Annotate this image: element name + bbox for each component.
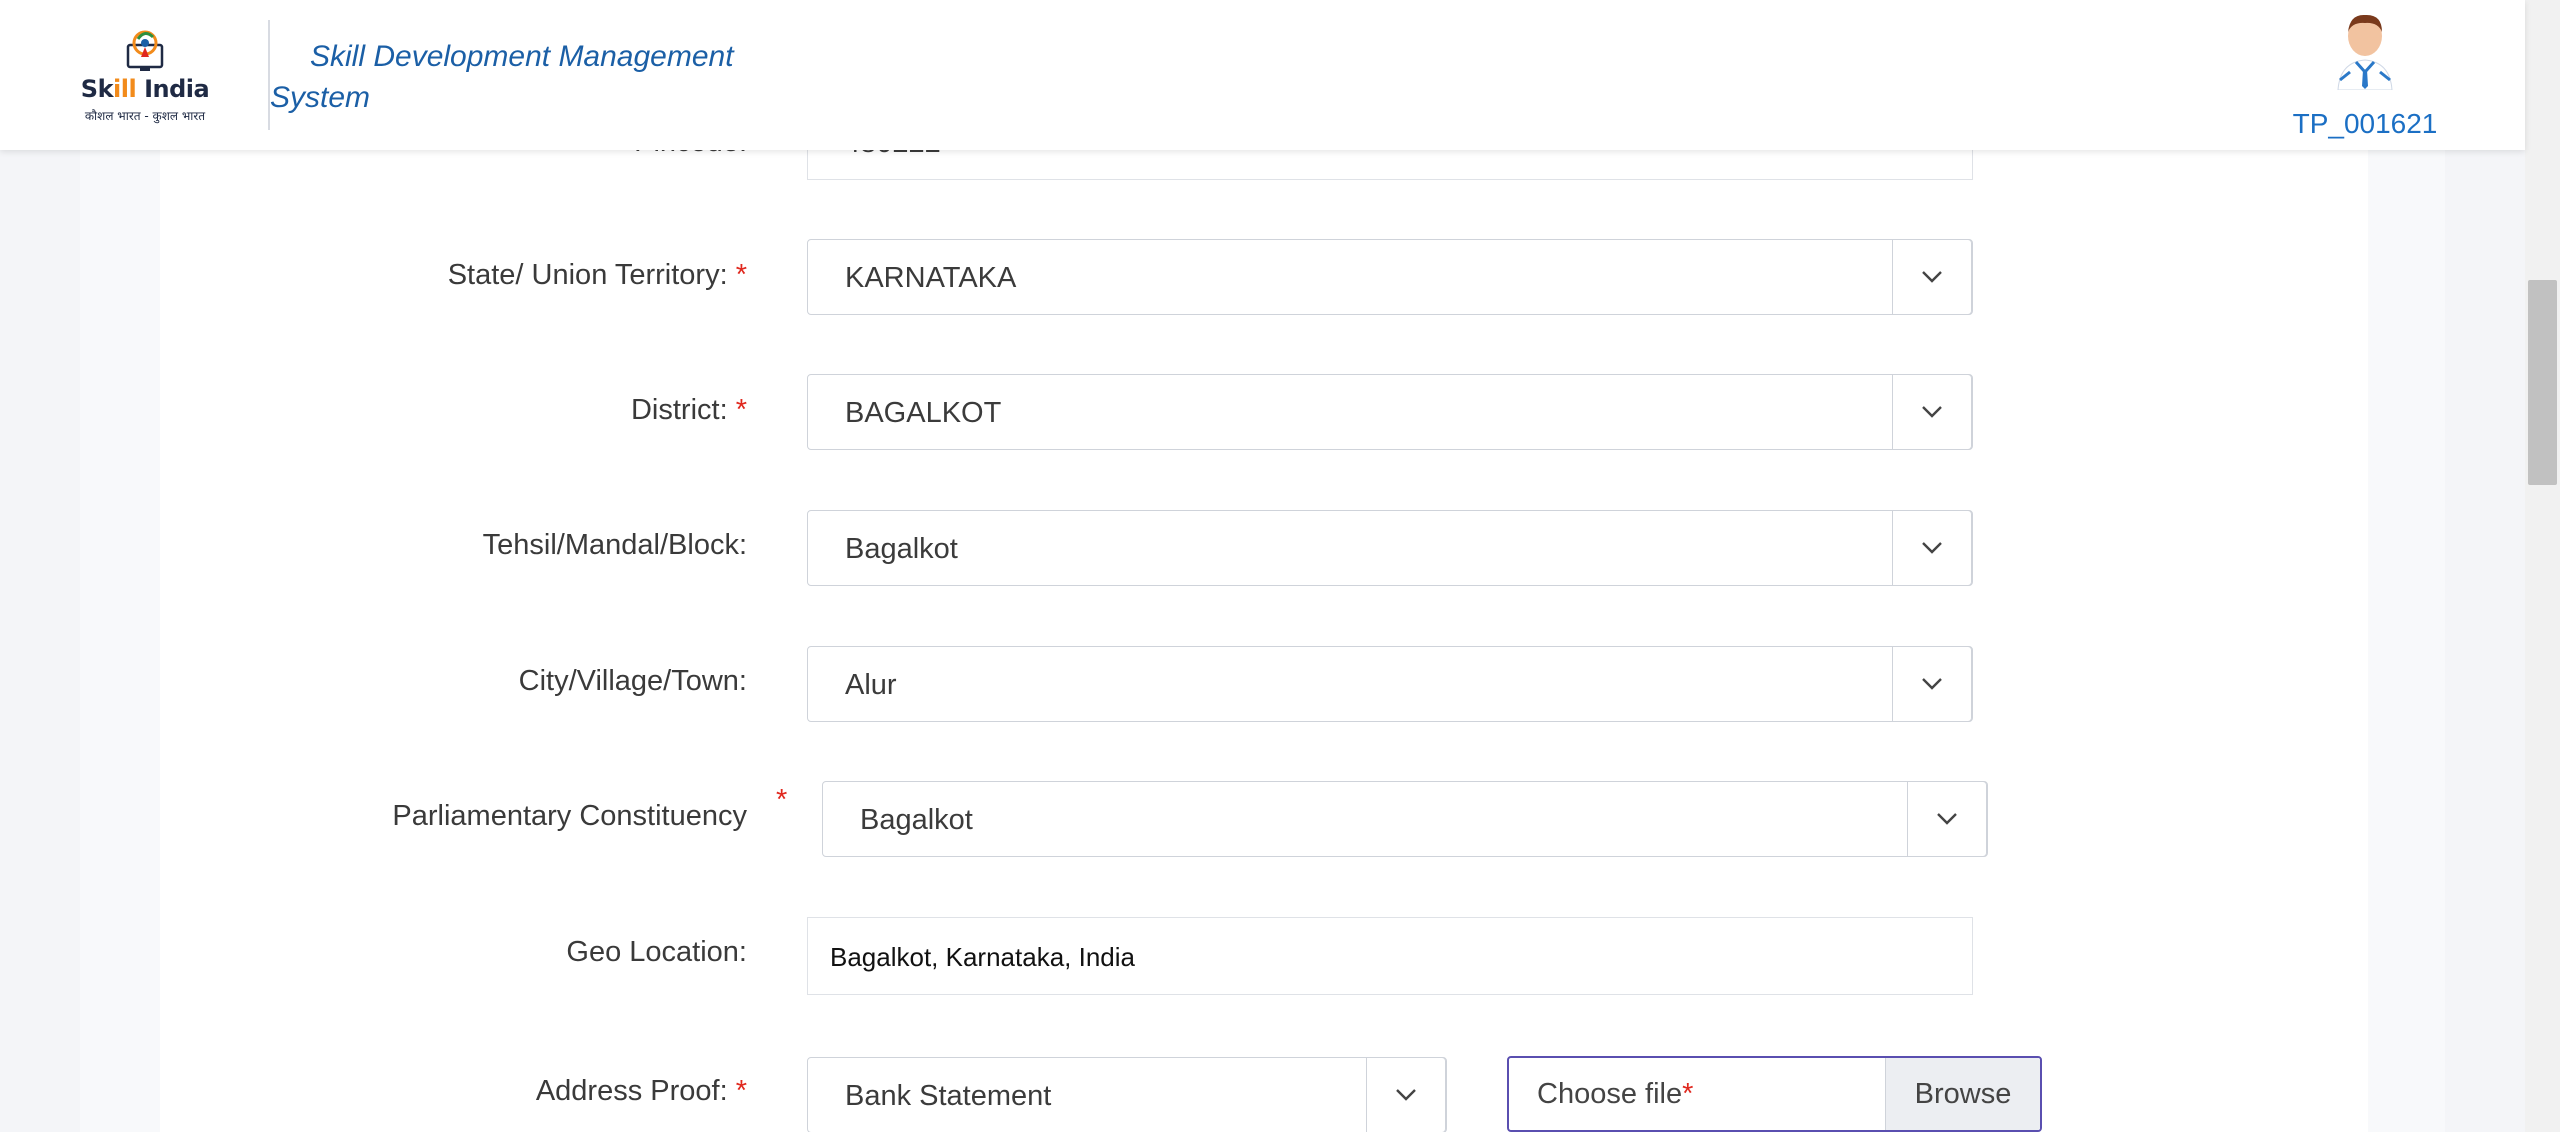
address-proof-label: Address Proof: * bbox=[535, 1075, 747, 1107]
required-mark: * bbox=[735, 259, 747, 291]
tehsil-value: Bagalkot bbox=[845, 533, 958, 565]
district-value: BAGALKOT bbox=[845, 397, 1002, 429]
skill-india-emblem-icon bbox=[126, 30, 164, 71]
geo-location-input[interactable]: Bagalkot, Karnataka, India bbox=[807, 917, 1973, 995]
required-mark: * bbox=[735, 1075, 747, 1107]
tehsil-select[interactable]: Bagalkot bbox=[807, 510, 1973, 586]
constituency-dropdown-toggle[interactable] bbox=[1907, 781, 1987, 857]
tehsil-label: Tehsil/Mandal/Block: bbox=[482, 529, 747, 561]
constituency-label: Parliamentary Constituency bbox=[392, 800, 747, 832]
scrollbar-thumb[interactable] bbox=[2528, 280, 2557, 485]
address-proof-select[interactable]: Bank Statement bbox=[807, 1057, 1447, 1132]
top-header: Skill India कौशल भारत - कुशल भारत Skill … bbox=[0, 0, 2525, 150]
address-proof-file-input[interactable]: Choose file* Browse bbox=[1507, 1056, 2042, 1132]
chevron-down-icon bbox=[1396, 1089, 1416, 1101]
required-mark: * bbox=[735, 394, 747, 426]
logo-tagline: कौशल भारत - कुशल भारत bbox=[84, 109, 206, 123]
skill-india-logo[interactable]: Skill India कौशल भारत - कुशल भारत bbox=[80, 25, 210, 125]
city-label: City/Village/Town: bbox=[518, 665, 747, 697]
user-avatar-icon[interactable] bbox=[2330, 10, 2400, 90]
constituency-value: Bagalkot bbox=[860, 804, 973, 836]
address-proof-dropdown-toggle[interactable] bbox=[1366, 1057, 1446, 1132]
app-title: Skill Development Management System bbox=[270, 40, 734, 114]
logo-title: Skill India bbox=[80, 75, 210, 103]
geo-location-value: Bagalkot, Karnataka, India bbox=[830, 942, 1135, 972]
tehsil-dropdown-toggle[interactable] bbox=[1892, 510, 1972, 586]
address-proof-value: Bank Statement bbox=[845, 1080, 1052, 1112]
required-mark: * bbox=[1682, 1078, 1694, 1110]
file-placeholder: Choose file* bbox=[1537, 1078, 1694, 1110]
scrollbar-track[interactable] bbox=[2525, 0, 2560, 1132]
user-id[interactable]: TP_001621 bbox=[2285, 108, 2445, 140]
state-dropdown-toggle[interactable] bbox=[1892, 239, 1972, 315]
chevron-down-icon bbox=[1922, 406, 1942, 418]
required-mark: * bbox=[776, 784, 788, 816]
chevron-down-icon bbox=[1922, 678, 1942, 690]
browse-button[interactable]: Browse bbox=[1885, 1058, 2040, 1130]
state-value: KARNATAKA bbox=[845, 262, 1017, 294]
state-label: State/ Union Territory: * bbox=[447, 259, 747, 291]
district-dropdown-toggle[interactable] bbox=[1892, 374, 1972, 450]
page: Pincode: 480222 State/ Union Territory: … bbox=[0, 0, 2560, 1132]
district-select[interactable]: BAGALKOT bbox=[807, 374, 1973, 450]
constituency-select[interactable]: Bagalkot bbox=[822, 781, 1988, 857]
chevron-down-icon bbox=[1922, 271, 1942, 283]
chevron-down-icon bbox=[1922, 542, 1942, 554]
geo-location-label: Geo Location: bbox=[566, 936, 747, 968]
state-select[interactable]: KARNATAKA bbox=[807, 239, 1973, 315]
chevron-down-icon bbox=[1937, 813, 1957, 825]
city-value: Alur bbox=[845, 669, 897, 701]
city-select[interactable]: Alur bbox=[807, 646, 1973, 722]
district-label: District: * bbox=[630, 394, 747, 426]
city-dropdown-toggle[interactable] bbox=[1892, 646, 1972, 722]
